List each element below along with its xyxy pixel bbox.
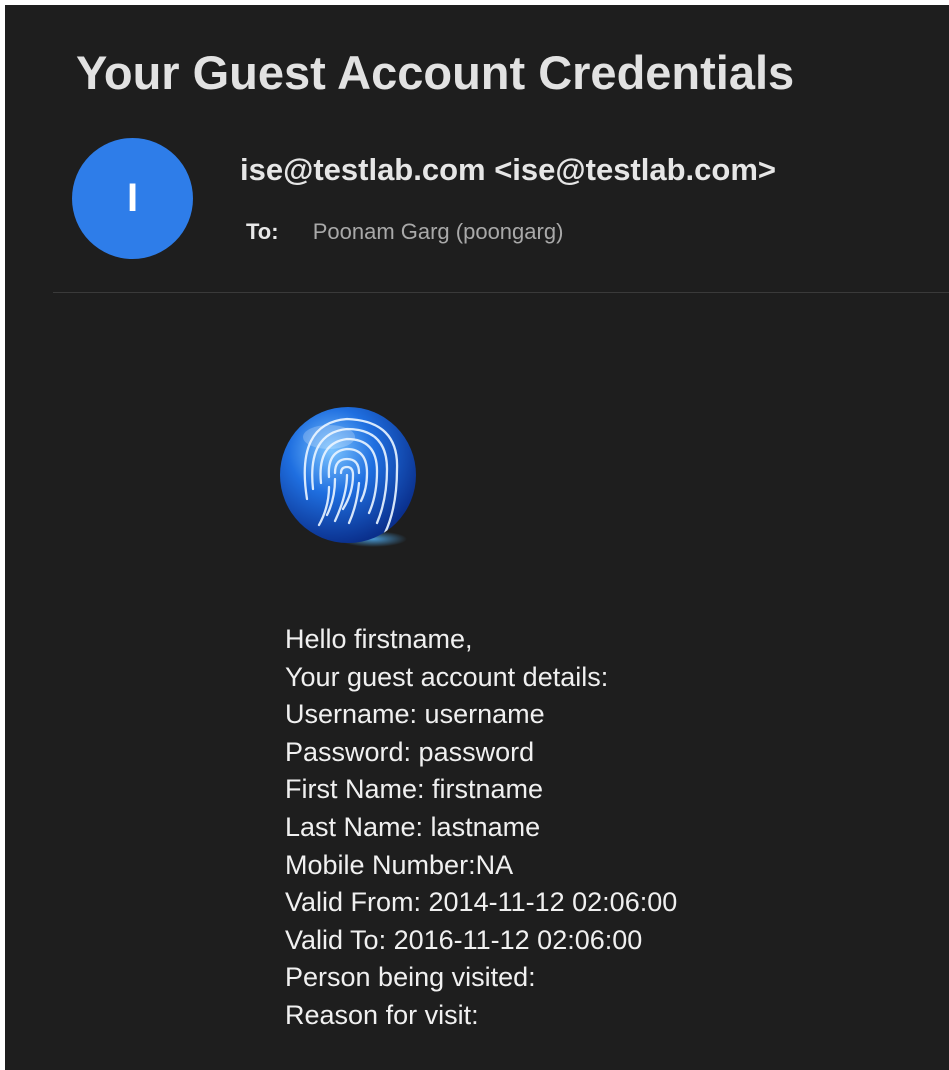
email-subject: Your Guest Account Credentials [76, 46, 795, 99]
to-label: To: [246, 219, 279, 244]
first-name-line: First Name: firstname [285, 774, 544, 805]
fingerprint-icon [280, 407, 416, 547]
avatar-initial: I [126, 176, 139, 220]
recipient-row: To: Poonam Garg (poongarg) [246, 217, 563, 247]
email-body: Hello firstname, Your guest account deta… [285, 621, 677, 1035]
mobile-number-line: Mobile Number:NA [285, 849, 514, 880]
recipient-name[interactable]: Poonam Garg (poongarg) [313, 219, 564, 244]
header-divider [53, 292, 949, 293]
greeting-line: Hello firstname, [285, 624, 473, 654]
sender-address[interactable]: ise@testlab.com <ise@testlab.com> [240, 150, 776, 190]
reason-line: Reason for visit: [285, 999, 479, 1030]
intro-line: Your guest account details: [285, 661, 609, 692]
password-line: Password: password [285, 736, 535, 767]
email-window: Your Guest Account Credentials I ise@tes… [5, 5, 949, 1070]
person-visited-line: Person being visited: [285, 962, 536, 993]
valid-to-line: Valid To: 2016-11-12 02:06:00 [285, 924, 643, 955]
username-line: Username: username [285, 699, 545, 730]
valid-from-line: Valid From: 2014-11-12 02:06:00 [285, 887, 678, 918]
sender-avatar[interactable]: I [72, 138, 193, 259]
last-name-line: Last Name: lastname [285, 811, 541, 842]
